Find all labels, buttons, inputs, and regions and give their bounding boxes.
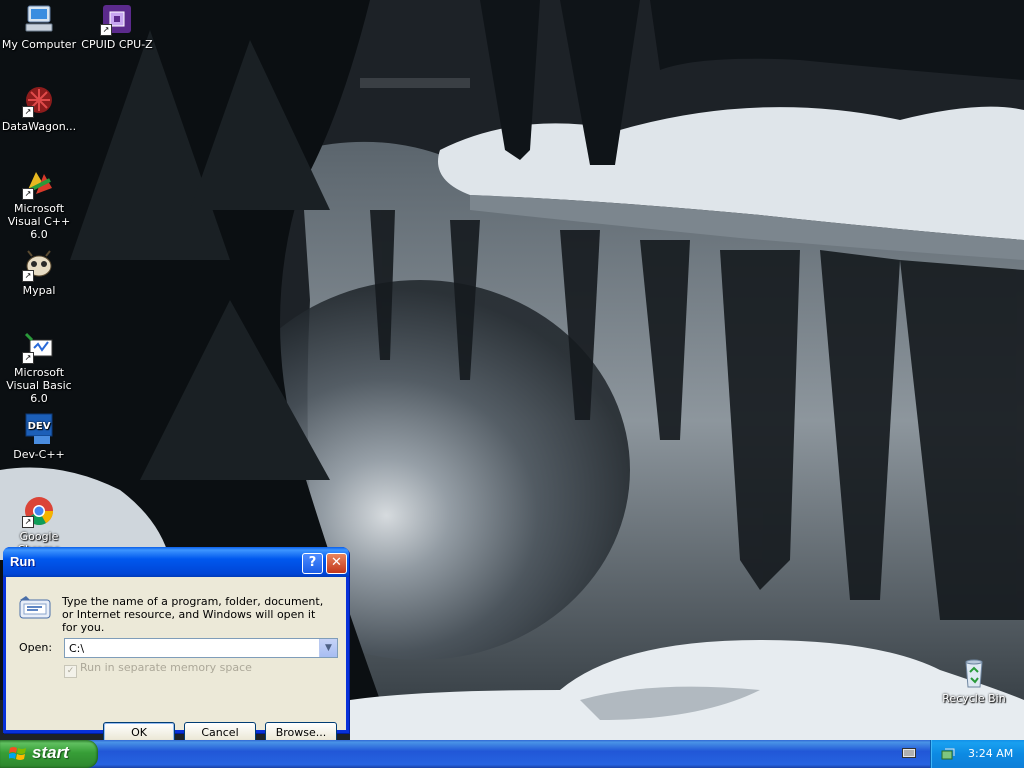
- windows-logo-icon: [9, 747, 26, 760]
- shortcut-arrow-icon: ↗: [22, 188, 34, 200]
- desktop-icon-dev-cpp[interactable]: DEV Dev-C++: [0, 412, 78, 461]
- taskbar: start 3:24 AM: [0, 740, 1024, 768]
- desktop-icon-label: Microsoft Visual Basic 6.0: [6, 366, 72, 405]
- close-button[interactable]: ✕: [326, 553, 347, 574]
- run-dialog-body: Type the name of a program, folder, docu…: [6, 577, 346, 743]
- separate-memory-checkbox: ✓: [64, 665, 77, 678]
- desktop-icon-label: Recycle Bin: [942, 692, 1006, 705]
- desktop-icon-my-computer[interactable]: My Computer: [0, 2, 78, 51]
- desktop-icon-visual-cpp[interactable]: ↗ Microsoft Visual C++ 6.0: [0, 166, 78, 241]
- shortcut-arrow-icon: ↗: [22, 106, 34, 118]
- start-label: start: [32, 743, 69, 762]
- separate-memory-label: Run in separate memory space: [80, 661, 252, 674]
- shortcut-arrow-icon: ↗: [100, 24, 112, 36]
- keyboard-icon[interactable]: [902, 747, 916, 759]
- desktop-icon-label: CPUID CPU-Z: [81, 38, 153, 51]
- my-computer-icon: [22, 2, 56, 36]
- shortcut-arrow-icon: ↗: [22, 270, 34, 282]
- separate-memory-checkbox-row: ✓ Run in separate memory space: [64, 661, 252, 678]
- dev-cpp-icon: DEV: [22, 412, 56, 446]
- run-dialog-description: Type the name of a program, folder, docu…: [62, 595, 324, 634]
- recycle-bin-icon: [957, 656, 991, 690]
- shortcut-arrow-icon: ↗: [22, 516, 34, 528]
- desktop-icon-visual-basic[interactable]: ↗ Microsoft Visual Basic 6.0: [0, 330, 78, 405]
- desktop-icon-label: Dev-C++: [13, 448, 65, 461]
- clock[interactable]: 3:24 AM: [968, 747, 1013, 760]
- mypal-icon: ↗: [22, 248, 56, 282]
- desktop-icon-mypal[interactable]: ↗ Mypal: [0, 248, 78, 297]
- desktop-icon-cpuid-cpu-z[interactable]: ↗ CPUID CPU-Z: [78, 2, 156, 51]
- safely-remove-hardware-icon[interactable]: [941, 747, 955, 761]
- shortcut-arrow-icon: ↗: [22, 352, 34, 364]
- open-input[interactable]: [65, 639, 319, 657]
- open-combobox[interactable]: ▼: [64, 638, 338, 658]
- datawagon-icon: ↗: [22, 84, 56, 118]
- chevron-down-icon[interactable]: ▼: [319, 639, 337, 657]
- desktop-icon-label: Mypal: [22, 284, 56, 297]
- cpu-z-icon: ↗: [100, 2, 134, 36]
- help-button[interactable]: ?: [302, 553, 323, 574]
- visual-cpp-icon: ↗: [22, 166, 56, 200]
- run-dialog-title: Run: [10, 554, 36, 569]
- desktop-icon-label: DataWagon...: [1, 120, 77, 133]
- desktop-icon-recycle-bin[interactable]: Recycle Bin: [935, 656, 1013, 705]
- run-dialog-titlebar[interactable]: Run ? ✕: [3, 547, 349, 577]
- desktop-icon-label: Microsoft Visual C++ 6.0: [7, 202, 71, 241]
- system-tray: 3:24 AM: [930, 740, 1024, 768]
- desktop-icon-label: My Computer: [1, 38, 77, 51]
- run-dialog: Run ? ✕ Type the name of a program, fold…: [3, 547, 349, 743]
- svg-text:DEV: DEV: [28, 421, 51, 432]
- visual-basic-icon: ↗: [22, 330, 56, 364]
- open-label: Open:: [19, 641, 53, 654]
- desktop-icon-datawagon[interactable]: ↗ DataWagon...: [0, 84, 78, 133]
- run-program-icon: [19, 596, 51, 619]
- start-button[interactable]: start: [0, 740, 98, 768]
- chrome-icon: ↗: [22, 494, 56, 528]
